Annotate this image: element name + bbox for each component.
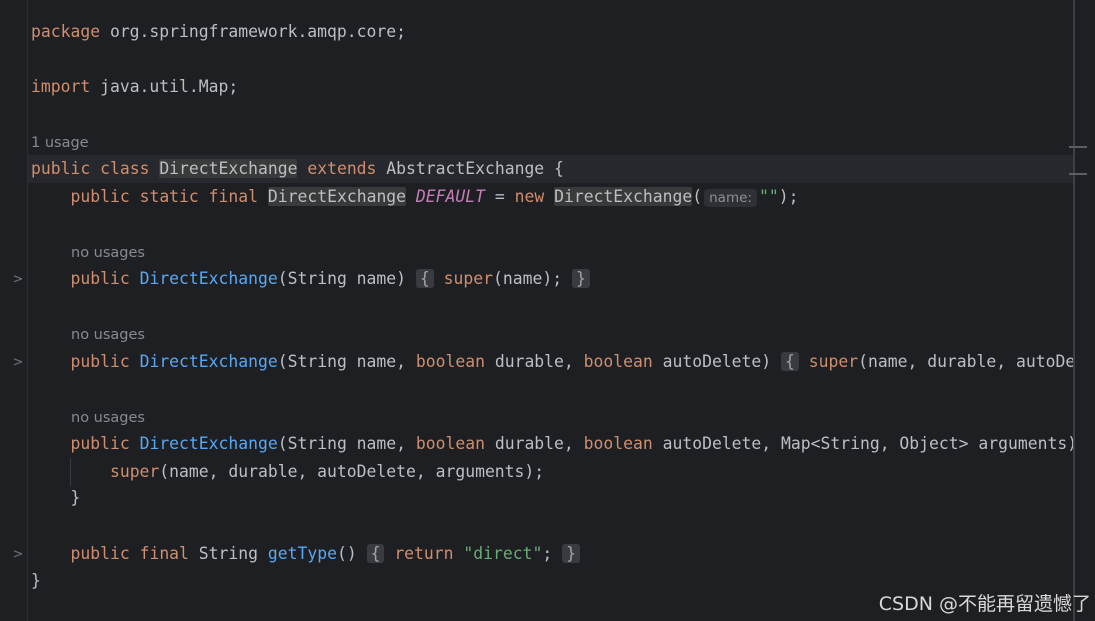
usage-hint-constructor-1[interactable]: no usages — [71, 243, 145, 263]
keyword-package: package — [31, 22, 101, 41]
closing-brace: } — [70, 488, 81, 507]
superclass-name[interactable]: AbstractExchange { — [376, 159, 564, 178]
chevron-right-icon[interactable]: > — [10, 355, 26, 371]
keyword-class: class — [100, 159, 150, 178]
code-line-package[interactable]: package org.springframework.amqp.core; — [31, 18, 406, 46]
keyword-boolean: boolean — [583, 434, 653, 453]
code-editor[interactable]: package org.springframework.amqp.core; i… — [0, 0, 1095, 621]
super-call-args: (name, durable, autoDelete, arguments); — [159, 462, 545, 481]
constructor-name[interactable]: DirectExchange — [140, 269, 278, 288]
constructor-params: (String name) — [277, 269, 407, 288]
method-name-get-type[interactable]: getType — [268, 544, 337, 563]
usage-hint-constructor-3[interactable]: no usages — [71, 408, 145, 428]
code-line-constructor-3-close[interactable]: } — [31, 484, 80, 512]
folded-brace-close[interactable]: } — [562, 544, 580, 563]
keyword-super: super — [808, 352, 859, 371]
keyword-static: static — [139, 187, 199, 206]
editor-gutter — [0, 0, 28, 621]
keyword-new: new — [514, 187, 545, 206]
return-type: String — [188, 544, 268, 563]
keyword-public: public — [70, 352, 130, 371]
watermark: CSDN @不能再留遗憾了 — [878, 593, 1091, 615]
usage-hint-constructor-2[interactable]: no usages — [71, 325, 145, 345]
param-durable: durable, — [484, 352, 584, 371]
code-line-constructor-1[interactable]: public DirectExchange(String name) { sup… — [31, 265, 590, 293]
folded-brace-close[interactable]: } — [571, 269, 590, 288]
keyword-public: public — [70, 269, 130, 288]
closing-brace: } — [31, 571, 41, 590]
keyword-public: public — [31, 159, 91, 178]
param-auto-delete-arguments: autoDelete, Map<String, Object> argument… — [652, 434, 1078, 453]
scrollbar-marker[interactable] — [1069, 173, 1087, 175]
code-line-class-close[interactable]: } — [31, 567, 41, 595]
import-path: java.util.Map; — [90, 77, 239, 96]
field-type[interactable]: DirectExchange — [267, 187, 407, 206]
param-name: (String name, — [277, 434, 416, 453]
keyword-extends: extends — [307, 159, 377, 178]
keyword-final: final — [139, 544, 189, 563]
code-line-default-field[interactable]: public static final DirectExchange DEFAU… — [31, 183, 798, 211]
constructor-name[interactable]: DirectExchange — [140, 352, 278, 371]
code-line-get-type[interactable]: public final String getType() { return "… — [31, 540, 580, 568]
super-call-args: (name); — [493, 269, 563, 288]
param-durable: durable, — [484, 434, 584, 453]
chevron-right-icon[interactable]: > — [10, 272, 26, 288]
scrollbar-marker[interactable] — [1069, 146, 1087, 148]
static-field-default[interactable]: DEFAULT — [416, 187, 485, 206]
open-paren: ( — [692, 187, 703, 206]
keyword-boolean: boolean — [415, 352, 485, 371]
close-paren: ); — [778, 187, 799, 206]
param-name: (String name, — [277, 352, 416, 371]
keyword-boolean: boolean — [583, 352, 653, 371]
constructor-name[interactable]: DirectExchange — [140, 434, 278, 453]
class-name[interactable]: DirectExchange — [159, 159, 298, 178]
code-line-super-call[interactable]: super(name, durable, autoDelete, argumen… — [31, 458, 544, 486]
folded-brace-open[interactable]: { — [781, 352, 799, 371]
folded-brace-open[interactable]: { — [415, 269, 434, 288]
code-line-constructor-3[interactable]: public DirectExchange(String name, boole… — [31, 430, 1077, 458]
chevron-right-icon[interactable]: > — [10, 547, 26, 563]
code-line-class-declaration[interactable]: public class DirectExchange extends Abst… — [31, 155, 564, 183]
keyword-super: super — [109, 462, 160, 481]
keyword-public: public — [70, 544, 130, 563]
keyword-public: public — [70, 434, 130, 453]
super-call-args: (name, durable, autoDel — [858, 352, 1086, 371]
assign-operator: = — [485, 187, 515, 206]
keyword-boolean: boolean — [415, 434, 485, 453]
usage-hint-class[interactable]: 1 usage — [31, 133, 89, 153]
keyword-final: final — [208, 187, 259, 206]
string-literal-direct: "direct" — [463, 544, 543, 563]
constructor-call[interactable]: DirectExchange — [554, 187, 693, 206]
code-line-import[interactable]: import java.util.Map; — [31, 73, 238, 101]
code-line-constructor-2[interactable]: public DirectExchange(String name, boole… — [31, 348, 1085, 376]
keyword-super: super — [443, 269, 493, 288]
keyword-public: public — [70, 187, 130, 206]
string-literal-empty: "" — [758, 187, 779, 206]
parameter-name-hint: name: — [704, 189, 757, 207]
folded-brace-open[interactable]: { — [366, 544, 385, 563]
keyword-import: import — [31, 77, 91, 96]
package-name: org.springframework.amqp.core; — [100, 22, 406, 41]
semicolon: ; — [542, 544, 553, 563]
method-parens: () — [336, 544, 367, 563]
param-auto-delete: autoDelete) — [652, 352, 772, 371]
keyword-return: return — [394, 544, 454, 563]
vertical-scrollbar[interactable] — [1073, 0, 1085, 621]
